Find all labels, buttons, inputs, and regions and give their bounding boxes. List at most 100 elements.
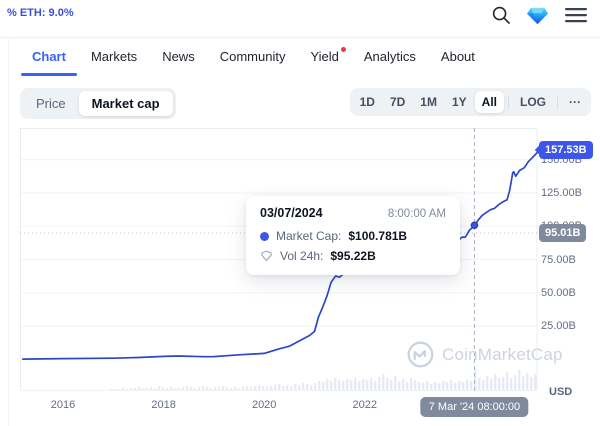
- volume-bar: [434, 382, 436, 390]
- volume-bar: [266, 387, 268, 390]
- volume-bar: [286, 385, 288, 390]
- tab-chart[interactable]: Chart: [32, 49, 66, 76]
- volume-bar: [194, 388, 196, 390]
- volume-bar: [274, 385, 276, 390]
- volume-bar: [210, 388, 212, 390]
- coinmarketcap-logo-icon: [406, 340, 435, 369]
- y-axis-label: 50.00B: [541, 287, 576, 299]
- volume-bar: [186, 386, 188, 390]
- tab-analytics[interactable]: Analytics: [364, 49, 416, 76]
- volume-bar: [310, 385, 312, 390]
- volume-bar: [386, 378, 388, 390]
- volume-bar: [122, 388, 124, 390]
- range-button-all[interactable]: All: [475, 91, 504, 113]
- volume-bar: [398, 381, 400, 390]
- header-divider: [0, 37, 600, 38]
- volume-bar: [334, 378, 336, 390]
- volume-bar: [142, 388, 144, 390]
- metric-button-price[interactable]: Price: [23, 91, 79, 116]
- volume-bar: [526, 373, 528, 390]
- tooltip-volume-row: Vol 24h: $95.22B: [260, 249, 446, 263]
- more-options-button[interactable]: ···: [562, 91, 588, 113]
- volume-bar: [494, 374, 496, 390]
- volume-bar: [330, 381, 332, 390]
- volume-bar: [242, 387, 244, 390]
- volume-bar: [326, 379, 328, 390]
- tooltip-volume-value: $95.22B: [330, 249, 375, 263]
- volume-bar: [474, 368, 476, 390]
- volume-bar: [126, 389, 128, 390]
- volume-bar: [250, 387, 252, 390]
- volume-diamond-icon: [260, 250, 273, 262]
- range-button-7d[interactable]: 7D: [383, 91, 412, 113]
- volume-bar: [478, 378, 480, 390]
- volume-bar: [170, 387, 172, 390]
- tab-news[interactable]: News: [162, 49, 195, 76]
- volume-bar: [162, 387, 164, 390]
- tab-about[interactable]: About: [441, 49, 475, 76]
- yield-new-badge: [341, 47, 346, 52]
- volume-bar: [206, 387, 208, 390]
- volume-bar: [458, 381, 460, 390]
- volume-bar: [214, 387, 216, 390]
- metric-button-market-cap[interactable]: Market cap: [79, 91, 173, 116]
- volume-bar: [298, 385, 300, 390]
- volume-bar: [178, 388, 180, 390]
- x-axis-label: 2016: [51, 399, 75, 411]
- volume-bar: [254, 386, 256, 390]
- volume-bar: [346, 379, 348, 390]
- volume-bar: [430, 384, 432, 390]
- log-scale-button[interactable]: LOG: [513, 91, 553, 113]
- volume-bar: [226, 387, 228, 390]
- volume-bar: [130, 388, 132, 390]
- volume-bar: [154, 388, 156, 390]
- card-left-edge: [8, 38, 9, 426]
- topbar-icons: [491, 3, 588, 27]
- tooltip-marketcap-row: Market Cap: $100.781B: [260, 229, 446, 243]
- volume-bar: [222, 386, 224, 390]
- range-button-1y[interactable]: 1Y: [445, 91, 474, 113]
- volume-bar: [358, 381, 360, 390]
- volume-bar: [438, 383, 440, 390]
- tab-community[interactable]: Community: [220, 49, 286, 76]
- volume-bar: [410, 378, 412, 390]
- volume-bar: [342, 381, 344, 390]
- tooltip-date: 03/07/2024: [260, 206, 323, 220]
- volume-bar: [482, 380, 484, 390]
- y-axis-label: 25.00B: [541, 320, 576, 332]
- diamond-icon[interactable]: [526, 5, 549, 26]
- volume-bar: [414, 380, 416, 390]
- volume-bar: [318, 381, 320, 390]
- volume-bar: [446, 382, 448, 390]
- currency-unit-label: USD: [549, 386, 572, 398]
- volume-bar: [270, 386, 272, 390]
- menu-icon[interactable]: [564, 6, 588, 24]
- volume-bar: [158, 386, 160, 390]
- volume-bar: [518, 370, 520, 390]
- volume-bar: [350, 380, 352, 390]
- tab-markets[interactable]: Markets: [91, 49, 137, 76]
- volume-bar: [498, 378, 500, 390]
- section-tabs: Chart Markets News Community Yield Analytics A…: [32, 49, 475, 76]
- volume-bar: [426, 381, 428, 390]
- range-toggle: 1D7D1M1YAll LOG ···: [350, 88, 591, 116]
- volume-bar: [442, 381, 444, 390]
- volume-bar: [282, 386, 284, 390]
- volume-bar: [302, 383, 304, 390]
- volume-bar: [294, 384, 296, 390]
- tooltip-volume-label: Vol 24h:: [280, 249, 323, 263]
- hover-point-marker: [471, 222, 477, 228]
- volume-bar: [466, 380, 468, 390]
- volume-bar: [490, 379, 492, 390]
- range-separator: [557, 96, 558, 109]
- volume-bar: [314, 383, 316, 390]
- volume-bar: [338, 380, 340, 390]
- range-button-1d[interactable]: 1D: [353, 91, 382, 113]
- current-value-badge: 157.53B: [539, 141, 593, 159]
- tab-yield[interactable]: Yield: [310, 49, 338, 76]
- range-button-1m[interactable]: 1M: [413, 91, 444, 113]
- volume-bar: [258, 385, 260, 390]
- volume-bar: [110, 389, 112, 390]
- volume-bar: [382, 374, 384, 390]
- search-icon[interactable]: [491, 5, 511, 25]
